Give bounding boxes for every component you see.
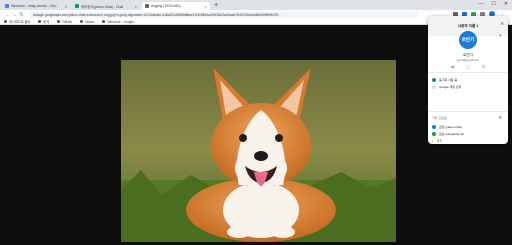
settings-icon[interactable]: ⚙ — [498, 115, 502, 120]
tab-chat[interactable]: 외부링크(yahoo Chat) - Chat × — [72, 2, 140, 10]
divider — [428, 111, 508, 112]
sync-row[interactable]: 동기화 사용 중 — [432, 78, 457, 82]
tab-label: Welcome - zeeg-vendor - Goo — [11, 4, 57, 8]
folder-icon — [38, 20, 42, 23]
close-icon[interactable]: × — [135, 4, 137, 9]
forward-icon[interactable]: → — [11, 12, 18, 18]
new-tab-button[interactable]: + — [214, 2, 218, 10]
tab-dog-image[interactable]: dogpng (1024×682) × — [142, 2, 210, 10]
tab-label: dogpng (1024×682) — [151, 4, 181, 8]
reload-icon[interactable]: ↻ — [18, 12, 25, 18]
card-icon[interactable]: ⬚ — [466, 64, 470, 69]
google-icon — [432, 85, 436, 89]
profile-panel: 사용자 이름 1 ✕ 로빈기 ✎ 로빈기 guest@gmail.com ⇆ ⬚… — [428, 16, 508, 144]
profile-email: guest@gmail.com — [456, 58, 480, 62]
bookmark-item[interactable]: Welcome - Google... — [102, 20, 136, 24]
key-icon[interactable]: ⇆ — [451, 64, 454, 69]
bookmark-item[interactable]: 문의 — [38, 19, 49, 24]
profile-item[interactable]: 로빈 (yahoo.chat) — [432, 125, 462, 129]
google-account-row[interactable]: Google 계정 관리 — [432, 85, 461, 89]
profile-tools: ⇆ ⬚ ⚲ — [428, 64, 508, 69]
url-text: storage.googleapis.com/yahoo-chat-extens… — [33, 12, 282, 17]
bookmark-item[interactable]: GitHub — [57, 20, 72, 24]
tab-label: 외부링크(yahoo Chat) - Chat — [81, 4, 124, 9]
window-controls: — ☐ ✕ — [478, 1, 508, 7]
image-icon — [145, 4, 149, 8]
close-icon[interactable]: × — [65, 4, 67, 9]
divider — [428, 72, 508, 73]
profile-panel-title: 사용자 이름 1 — [457, 23, 479, 28]
url-input[interactable]: storage.googleapis.com/yahoo-chat-extens… — [29, 11, 419, 18]
tab-welcome[interactable]: Welcome - zeeg-vendor - Goo × — [2, 2, 70, 10]
profile-item[interactable]: 로빈 (singularity.ai) — [432, 132, 464, 136]
plus-icon: + — [432, 139, 434, 143]
close-window-button[interactable]: ✕ — [504, 1, 508, 7]
location-icon[interactable]: ⚲ — [482, 64, 485, 69]
other-profiles-label: 기타 프로필 — [432, 116, 447, 120]
notion-icon — [80, 20, 84, 23]
bookmark-item[interactable]: 대시보드로 돌아 — [4, 19, 30, 24]
github-icon — [57, 20, 61, 23]
bookmark-item[interactable]: Notion — [80, 20, 94, 24]
edit-icon[interactable]: ✎ — [499, 33, 502, 38]
maximize-button[interactable]: ☐ — [491, 1, 495, 7]
corgi-photo[interactable] — [121, 60, 396, 242]
folder-icon — [4, 20, 7, 23]
close-icon[interactable]: × — [205, 4, 207, 9]
avatar — [432, 125, 436, 129]
back-icon[interactable]: ← — [4, 12, 11, 18]
add-profile-button[interactable]: + 추가 — [432, 139, 442, 143]
avatar — [432, 132, 436, 136]
google-icon — [102, 20, 106, 23]
minimize-button[interactable]: — — [478, 1, 483, 7]
tab-strip: Welcome - zeeg-vendor - Goo × 외부링크(yahoo… — [0, 0, 512, 10]
chat-icon — [75, 4, 79, 8]
google-drive-icon — [5, 4, 9, 8]
sync-icon — [432, 78, 436, 82]
close-icon[interactable]: ✕ — [501, 21, 504, 26]
avatar[interactable]: 로빈기 — [458, 30, 478, 50]
